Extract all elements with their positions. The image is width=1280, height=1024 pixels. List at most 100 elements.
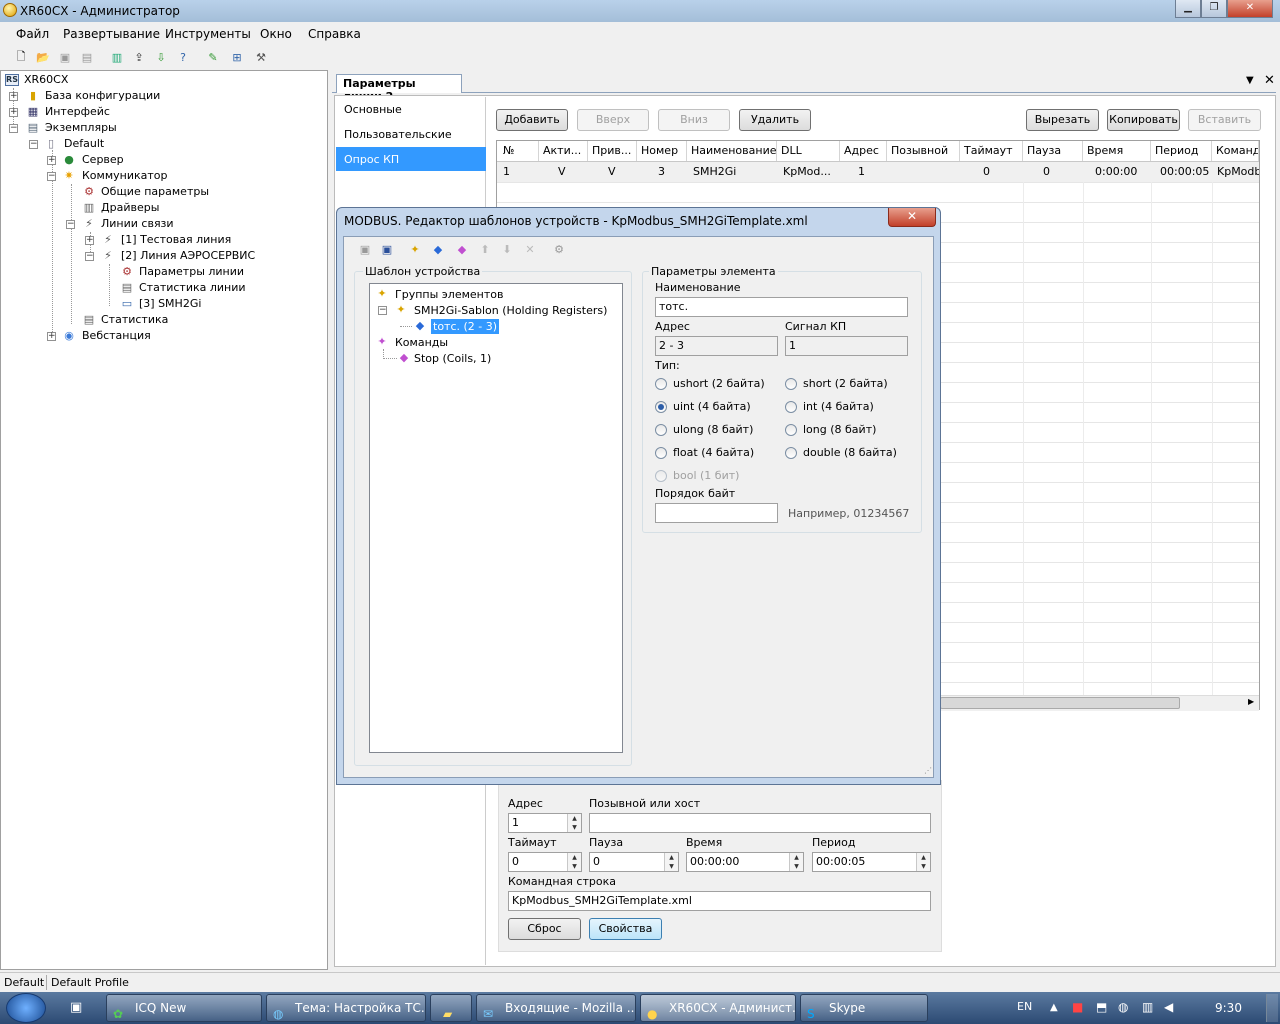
time-spinner[interactable]: ▲ ▼ [789, 853, 803, 871]
tray-usb-icon[interactable]: ⬒ [1096, 1000, 1107, 1014]
chart-icon[interactable]: ▥ [108, 48, 126, 66]
type-long-radio[interactable] [785, 424, 797, 436]
save-icon[interactable]: ▣ [356, 240, 374, 258]
tree-config-db[interactable]: База конфигурации [45, 88, 160, 104]
tree-line-2[interactable]: [2] Линия АЭРОСЕРВИС [121, 248, 255, 264]
add-device-icon[interactable]: ⊞ [228, 48, 246, 66]
col-header[interactable]: Номер [637, 141, 687, 161]
tray-arrow-icon[interactable]: ▲ [1050, 1002, 1058, 1013]
task-forum[interactable]: ◍ Тема: Настройка ТС... [266, 994, 426, 1022]
cmdline-input[interactable]: KpModbus_SMH2GiTemplate.xml [508, 891, 931, 911]
tree-element-groups[interactable]: Группы элементов [395, 287, 503, 302]
collapse-toggle[interactable]: − [66, 220, 75, 229]
col-header[interactable]: DLL [777, 141, 840, 161]
reset-button[interactable]: Сброс [508, 918, 581, 940]
expand-toggle[interactable]: + [9, 92, 18, 101]
tree-instances[interactable]: Экземпляры [45, 120, 117, 136]
tree-element-selected[interactable]: tотс. (2 - 3) [431, 319, 500, 334]
up-button[interactable]: Вверх [577, 109, 649, 131]
settings-icon[interactable]: ⚙ [550, 240, 568, 258]
collapse-toggle[interactable]: − [47, 172, 56, 181]
tree-group-sablon[interactable]: SMH2Gi-Sablon (Holding Registers) [414, 303, 607, 318]
collapse-toggle[interactable]: − [29, 140, 38, 149]
download-icon[interactable]: ⇩ [152, 48, 170, 66]
cut-button[interactable]: Вырезать [1026, 109, 1099, 131]
tray-clock-app-icon[interactable]: ◍ [1118, 1000, 1128, 1014]
col-header[interactable]: Время [1083, 141, 1151, 161]
tab-close-icon[interactable]: ✕ [1264, 73, 1275, 88]
period-spinner[interactable]: ▲ ▼ [916, 853, 930, 871]
type-ulong-radio[interactable] [655, 424, 667, 436]
task-scada[interactable]: ● XR60CX - Админист... [640, 994, 796, 1022]
col-header[interactable]: Пауза [1023, 141, 1083, 161]
tray-volume-icon[interactable]: ◀ [1164, 1000, 1173, 1014]
properties-button[interactable]: Свойства [589, 918, 662, 940]
tree-common-params[interactable]: Общие параметры [101, 184, 209, 200]
type-double-radio[interactable] [785, 447, 797, 459]
menu-deploy[interactable]: Развертывание [63, 27, 160, 41]
tree-device[interactable]: [3] SMH2Gi [139, 296, 201, 312]
col-header[interactable]: Прив... [588, 141, 637, 161]
tree-statistics[interactable]: Статистика [101, 312, 168, 328]
maximize-button[interactable]: ❐ [1201, 0, 1227, 18]
type-float-radio[interactable] [655, 447, 667, 459]
new-file-icon[interactable]: 🗋 [12, 48, 30, 66]
address-spinner[interactable]: ▲ ▼ [567, 814, 581, 832]
add-button[interactable]: Добавить [496, 109, 568, 131]
timeout-spinner[interactable]: ▲ ▼ [567, 853, 581, 871]
tree-command-stop[interactable]: Stop (Coils, 1) [414, 351, 491, 366]
type-double-label[interactable]: double (8 байта) [803, 446, 897, 459]
nav-basic[interactable]: Основные [336, 97, 486, 121]
scroll-right-icon[interactable]: ▶ [1248, 697, 1254, 706]
tree-interface[interactable]: Интерфейс [45, 104, 110, 120]
menu-tools[interactable]: Инструменты [165, 27, 251, 41]
tray-network-icon[interactable]: ▥ [1142, 1000, 1153, 1014]
tree-line-stats[interactable]: Статистика линии [139, 280, 246, 296]
tab-list-icon[interactable]: ▼ [1246, 75, 1254, 86]
col-header[interactable]: Период [1151, 141, 1212, 161]
menu-help[interactable]: Справка [308, 27, 361, 41]
task-explorer[interactable]: ▰ [430, 994, 472, 1022]
task-thunderbird[interactable]: ✉ Входящие - Mozilla ... [476, 994, 636, 1022]
byteorder-input[interactable] [655, 503, 778, 523]
type-uint-label[interactable]: uint (4 байта) [673, 400, 751, 413]
type-ushort-label[interactable]: ushort (2 байта) [673, 377, 765, 390]
hscroll-thumb[interactable] [940, 697, 1180, 709]
type-short-radio[interactable] [785, 378, 797, 390]
callsign-input[interactable] [589, 813, 931, 833]
start-button[interactable] [6, 993, 46, 1023]
tree-webstation[interactable]: Вебстанция [82, 328, 151, 344]
close-button[interactable]: ✕ [1227, 0, 1273, 18]
save-all-icon[interactable]: ▤ [78, 48, 96, 66]
show-desktop-icon[interactable]: ▣ [70, 1000, 82, 1015]
paste-button[interactable]: Вставить [1188, 109, 1261, 131]
expand-toggle[interactable]: + [9, 108, 18, 117]
collapse-toggle[interactable]: − [85, 252, 94, 261]
tray-antivirus-icon[interactable]: ■ [1072, 1000, 1083, 1014]
time-input[interactable]: 00:00:00 [686, 852, 804, 872]
move-up-icon[interactable]: ⬆ [476, 240, 494, 258]
col-header[interactable]: Акти... [539, 141, 588, 161]
col-header[interactable]: № [499, 141, 539, 161]
col-header[interactable]: Адрес [840, 141, 887, 161]
type-int-radio[interactable] [785, 401, 797, 413]
type-short-label[interactable]: short (2 байта) [803, 377, 888, 390]
down-button[interactable]: Вниз [658, 109, 730, 131]
delete-icon[interactable]: ✕ [521, 240, 539, 258]
show-desktop-button[interactable] [1266, 994, 1278, 1022]
menu-window[interactable]: Окно [260, 27, 292, 41]
col-header[interactable]: Позывной [887, 141, 960, 161]
type-int-label[interactable]: int (4 байта) [803, 400, 874, 413]
type-ushort-radio[interactable] [655, 378, 667, 390]
language-indicator[interactable]: EN [1017, 1000, 1032, 1013]
add-element-icon[interactable]: ◆ [429, 240, 447, 258]
dialog-close-button[interactable]: ✕ [888, 208, 936, 227]
minimize-button[interactable]: ▁ [1175, 0, 1201, 18]
nav-poll[interactable]: Опрос КП [336, 147, 486, 171]
tree-line-params[interactable]: Параметры линии [139, 264, 244, 280]
tree-line-1[interactable]: [1] Тестовая линия [121, 232, 231, 248]
wizard-icon[interactable]: ✎ [204, 48, 222, 66]
tree-server[interactable]: Сервер [82, 152, 124, 168]
tree-root[interactable]: XR60CX [24, 72, 68, 88]
collapse-toggle[interactable]: − [378, 306, 387, 315]
